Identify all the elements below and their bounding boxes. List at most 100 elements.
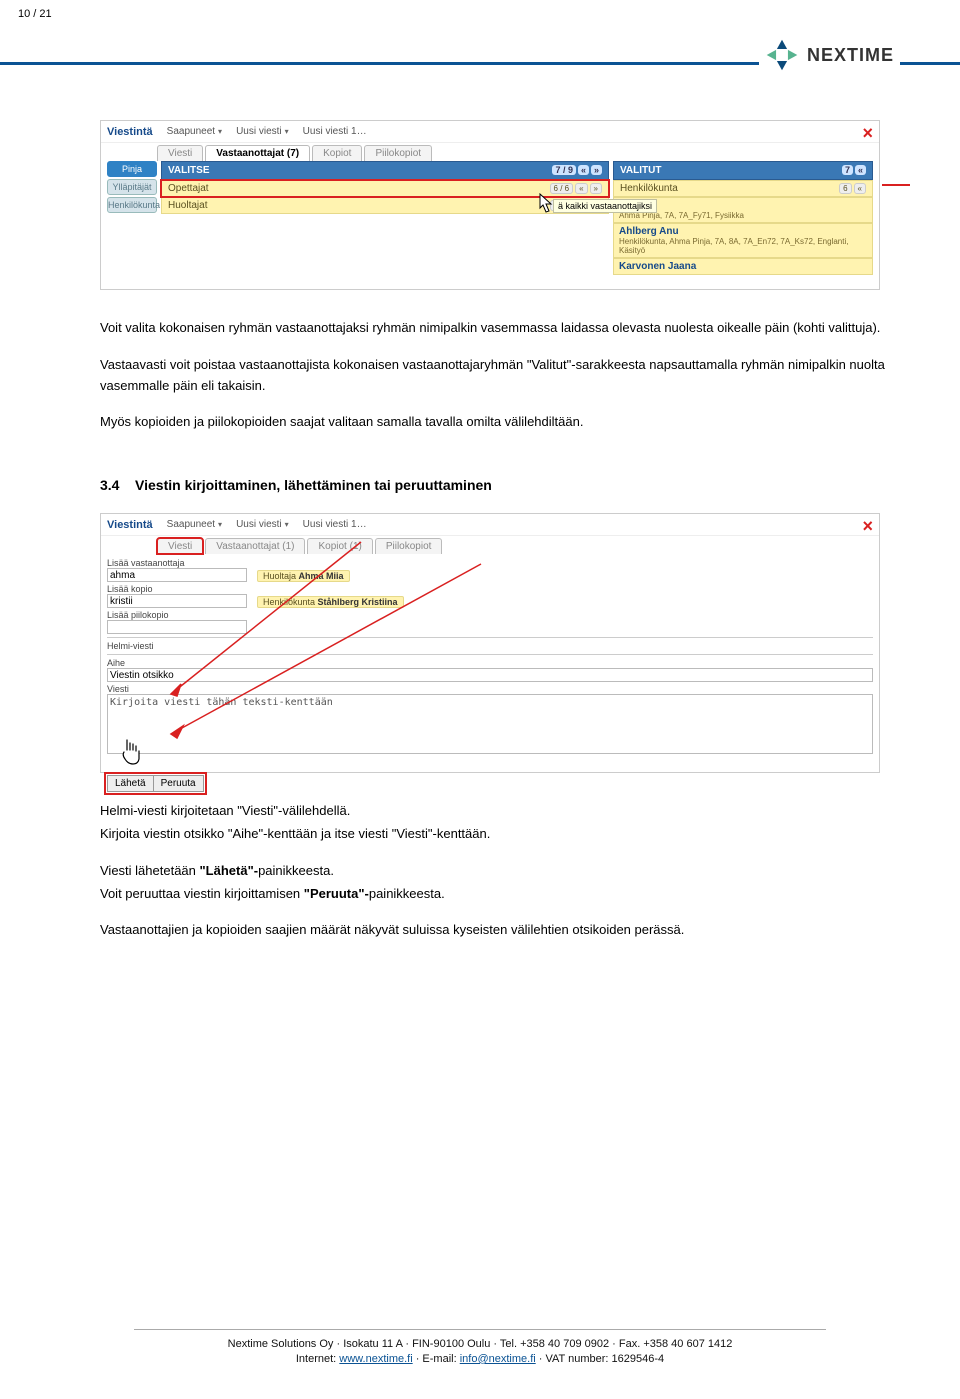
heading-text: Viestin kirjoittaminen, lähettäminen tai…: [135, 477, 492, 493]
tab-piilokopiot[interactable]: Piilokopiot: [364, 145, 432, 161]
person-name: Karvonen Jaana: [619, 261, 867, 272]
valitse-header: VALITSE 7 / 9«»: [161, 161, 609, 180]
nav-viestinta[interactable]: Viestintä: [107, 126, 153, 138]
tooltip: ä kaikki vastaanottajiksi: [553, 199, 657, 213]
paragraph: Vastaavasti voit poistaa vastaanottajist…: [100, 355, 900, 397]
paragraph: Vastaanottajien ja kopioiden saajien mää…: [100, 920, 900, 941]
valitse-count: 7 / 9: [552, 165, 576, 175]
tab-viesti[interactable]: Viesti: [157, 145, 203, 161]
hand-cursor-icon: [119, 738, 145, 768]
selected-person[interactable]: Ahlberg Anu Henkilökunta, Ahma Pinja, 7A…: [613, 223, 873, 258]
tab-row: Viesti Vastaanottajat (1) Kopiot (1) Pii…: [101, 536, 879, 554]
paragraph: Myös kopioiden ja piilokopioiden saajat …: [100, 412, 900, 433]
label-add-bcc: Lisää piilokopio: [107, 610, 247, 620]
bcc-input[interactable]: [107, 620, 247, 634]
tab-viesti[interactable]: Viesti: [157, 538, 203, 554]
brand-logo: NEXTIME: [759, 38, 900, 72]
recipient-input[interactable]: [107, 568, 247, 582]
selected-person[interactable]: Karvonen Jaana: [613, 258, 873, 275]
tab-piilokopiot[interactable]: Piilokopiot: [375, 538, 443, 554]
valitut-count: 7: [842, 165, 853, 175]
chevron-down-icon: ▾: [285, 520, 289, 529]
send-cancel-buttons: Lähetä Peruuta: [107, 775, 204, 792]
label-add-copy: Lisää kopio: [107, 584, 247, 594]
tab-kopiot[interactable]: Kopiot: [312, 145, 362, 161]
tab-row: Viesti Vastaanottajat (7) Kopiot Piiloko…: [101, 143, 879, 161]
group-label: Opettajat: [168, 183, 209, 194]
recipient-pill[interactable]: Huoltaja Ahma Miia: [257, 570, 350, 582]
brand-name: NEXTIME: [807, 45, 894, 66]
nextime-logo-icon: [765, 38, 799, 72]
paragraph: Helmi-viesti kirjoitetaan "Viesti"-välil…: [100, 801, 900, 822]
arrow-right-icon[interactable]: »: [591, 165, 602, 175]
send-button[interactable]: Lähetä: [107, 775, 153, 792]
screenshot-recipients-panel: Viestintä Saapuneet ▾ Uusi viesti ▾ Uusi…: [100, 120, 880, 290]
side-filter-henkilokunta[interactable]: Henkilökunta: [107, 197, 157, 213]
copy-pill[interactable]: Henkilökunta Ståhlberg Kristiina: [257, 596, 404, 608]
tab-kopiot[interactable]: Kopiot (1): [307, 538, 372, 554]
subject-input[interactable]: [107, 668, 873, 682]
tab-vastaanottajat[interactable]: Vastaanottajat (7): [205, 145, 310, 161]
paragraph: Voit valita kokonaisen ryhmän vastaanott…: [100, 318, 900, 339]
nav-viestinta[interactable]: Viestintä: [107, 519, 153, 531]
group-label: Henkilökunta: [620, 183, 678, 194]
valitut-header: VALITUT 7«: [613, 161, 873, 180]
app-top-nav: Viestintä Saapuneet ▾ Uusi viesti ▾ Uusi…: [101, 121, 879, 143]
page-footer: Nextime Solutions Oy · Isokatu 11 A · FI…: [0, 1329, 960, 1365]
tab-vastaanottajat[interactable]: Vastaanottajat (1): [205, 538, 305, 554]
page-number: 10 / 21: [18, 8, 52, 20]
paragraph: Voit peruuttaa viestin kirjoittamisen "P…: [100, 884, 900, 905]
chevron-down-icon: ▾: [285, 127, 289, 136]
group-count: 6: [839, 183, 851, 194]
footer-line-2: Internet: www.nextime.fi · E-mail: info@…: [0, 1353, 960, 1365]
annotation-line: [882, 184, 910, 186]
arrow-left-icon[interactable]: «: [575, 183, 587, 194]
arrow-right-icon[interactable]: »: [590, 183, 602, 194]
valitut-title: VALITUT: [620, 165, 661, 176]
nav-uusi-viesti-tab[interactable]: Uusi viesti 1…: [303, 126, 367, 137]
heading-number: 3.4: [100, 477, 119, 493]
nav-uusi-viesti[interactable]: Uusi viesti ▾: [236, 126, 289, 137]
footer-rule: [134, 1329, 825, 1330]
divider: [107, 637, 873, 638]
nav-uusi-viesti-tab[interactable]: Uusi viesti 1…: [303, 519, 367, 530]
label-add-recipient: Lisää vastaanottaja: [107, 558, 247, 568]
cancel-button[interactable]: Peruuta: [153, 775, 204, 792]
compose-form: Lisää vastaanottaja Huoltaja Ahma Miia L…: [101, 554, 879, 794]
message-textarea[interactable]: [107, 694, 873, 754]
arrow-left-icon[interactable]: «: [578, 165, 589, 175]
app-top-nav: Viestintä Saapuneet ▾ Uusi viesti ▾ Uusi…: [101, 514, 879, 536]
close-icon[interactable]: ×: [862, 516, 873, 537]
nav-saapuneet[interactable]: Saapuneet ▾: [167, 126, 222, 137]
valitse-title: VALITSE: [168, 165, 209, 176]
nav-uusi-viesti[interactable]: Uusi viesti ▾: [236, 519, 289, 530]
footer-link-web[interactable]: www.nextime.fi: [339, 1353, 412, 1365]
label-aihe: Aihe: [107, 658, 873, 668]
paragraph: Viesti lähetetään "Lähetä"-painikkeesta.: [100, 861, 900, 882]
footer-link-email[interactable]: info@nextime.fi: [460, 1353, 536, 1365]
person-name: Ahlberg Anu: [619, 226, 867, 237]
valitse-column: VALITSE 7 / 9«» Opettajat 6 / 6«» Huolta…: [161, 161, 609, 275]
chevron-down-icon: ▾: [218, 127, 222, 136]
chevron-down-icon: ▾: [218, 520, 222, 529]
paragraph: Kirjoita viestin otsikko "Aihe"-kenttään…: [100, 824, 900, 845]
side-filter-yllapitajat[interactable]: Ylläpitäjät: [107, 179, 157, 195]
screenshot-compose-panel: Viestintä Saapuneet ▾ Uusi viesti ▾ Uusi…: [100, 513, 880, 773]
footer-line-1: Nextime Solutions Oy · Isokatu 11 A · FI…: [0, 1338, 960, 1350]
person-meta: Henkilökunta, Ahma Pinja, 7A, 8A, 7A_En7…: [619, 237, 867, 255]
section-heading: 3.4 Viestin kirjoittaminen, lähettäminen…: [100, 477, 900, 493]
divider: [107, 654, 873, 655]
arrow-left-icon[interactable]: «: [855, 165, 866, 175]
nav-saapuneet[interactable]: Saapuneet ▾: [167, 519, 222, 530]
side-filter-pinja[interactable]: Pinja: [107, 161, 157, 177]
side-filter-column: Pinja Ylläpitäjät Henkilökunta: [107, 161, 157, 275]
label-helmi-viesti: Helmi-viesti: [107, 641, 873, 651]
selected-group-henkilokunta[interactable]: Henkilökunta 6«: [613, 180, 873, 197]
group-label: Huoltajat: [168, 200, 207, 211]
copy-input[interactable]: [107, 594, 247, 608]
label-viesti: Viesti: [107, 684, 873, 694]
valitut-column: VALITUT 7« Henkilökunta 6« n Antti Ahma …: [613, 161, 873, 275]
arrow-left-icon[interactable]: «: [854, 183, 866, 194]
close-icon[interactable]: ×: [862, 123, 873, 144]
page-content: Viestintä Saapuneet ▾ Uusi viesti ▾ Uusi…: [100, 120, 900, 957]
